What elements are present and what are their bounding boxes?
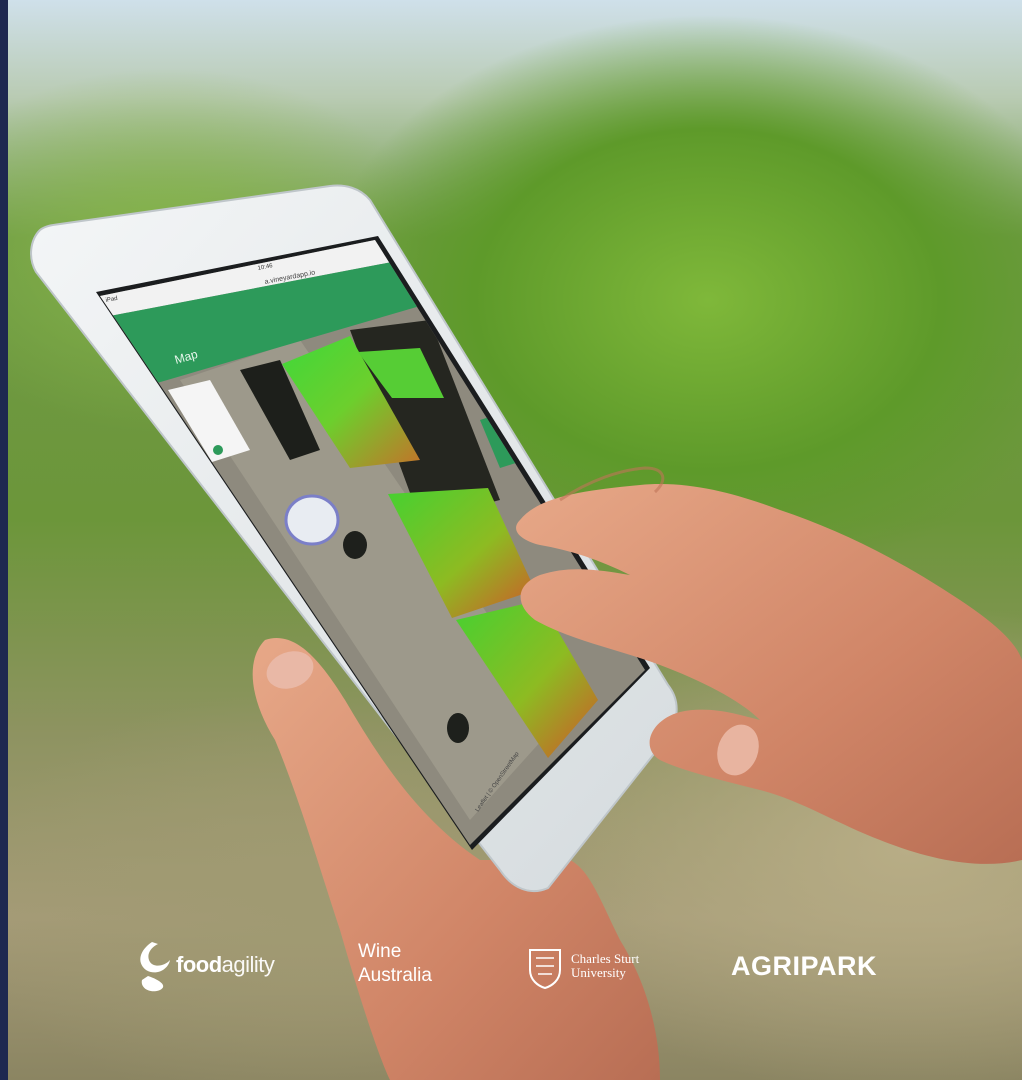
agripark-text: AGRIPARK: [731, 951, 878, 981]
foodagility-food: food: [176, 952, 222, 977]
wine-australia-line2: Australia: [358, 965, 432, 986]
tablet-scene-svg: 10:46 iPad a.vineyardapp.io Map Leaflet …: [30, 184, 1022, 1080]
wine-australia-logo: Wine Australia: [358, 940, 432, 988]
charles-sturt-logo: Charles Sturt University: [571, 952, 639, 980]
swoosh-logo-icon: [140, 942, 170, 992]
map-marker[interactable]: [284, 494, 340, 546]
charles-sturt-line1: Charles Sturt: [571, 951, 640, 966]
charles-sturt-line2: University: [571, 965, 626, 980]
photo-scene: 10:46 iPad a.vineyardapp.io Map Leaflet …: [0, 0, 1022, 1080]
wine-australia-line1: Wine: [358, 941, 402, 962]
agripark-logo: AGRIPARK: [731, 950, 877, 982]
foodagility-agility: agility: [221, 952, 275, 977]
foodagility-logo: foodagility: [176, 952, 275, 978]
